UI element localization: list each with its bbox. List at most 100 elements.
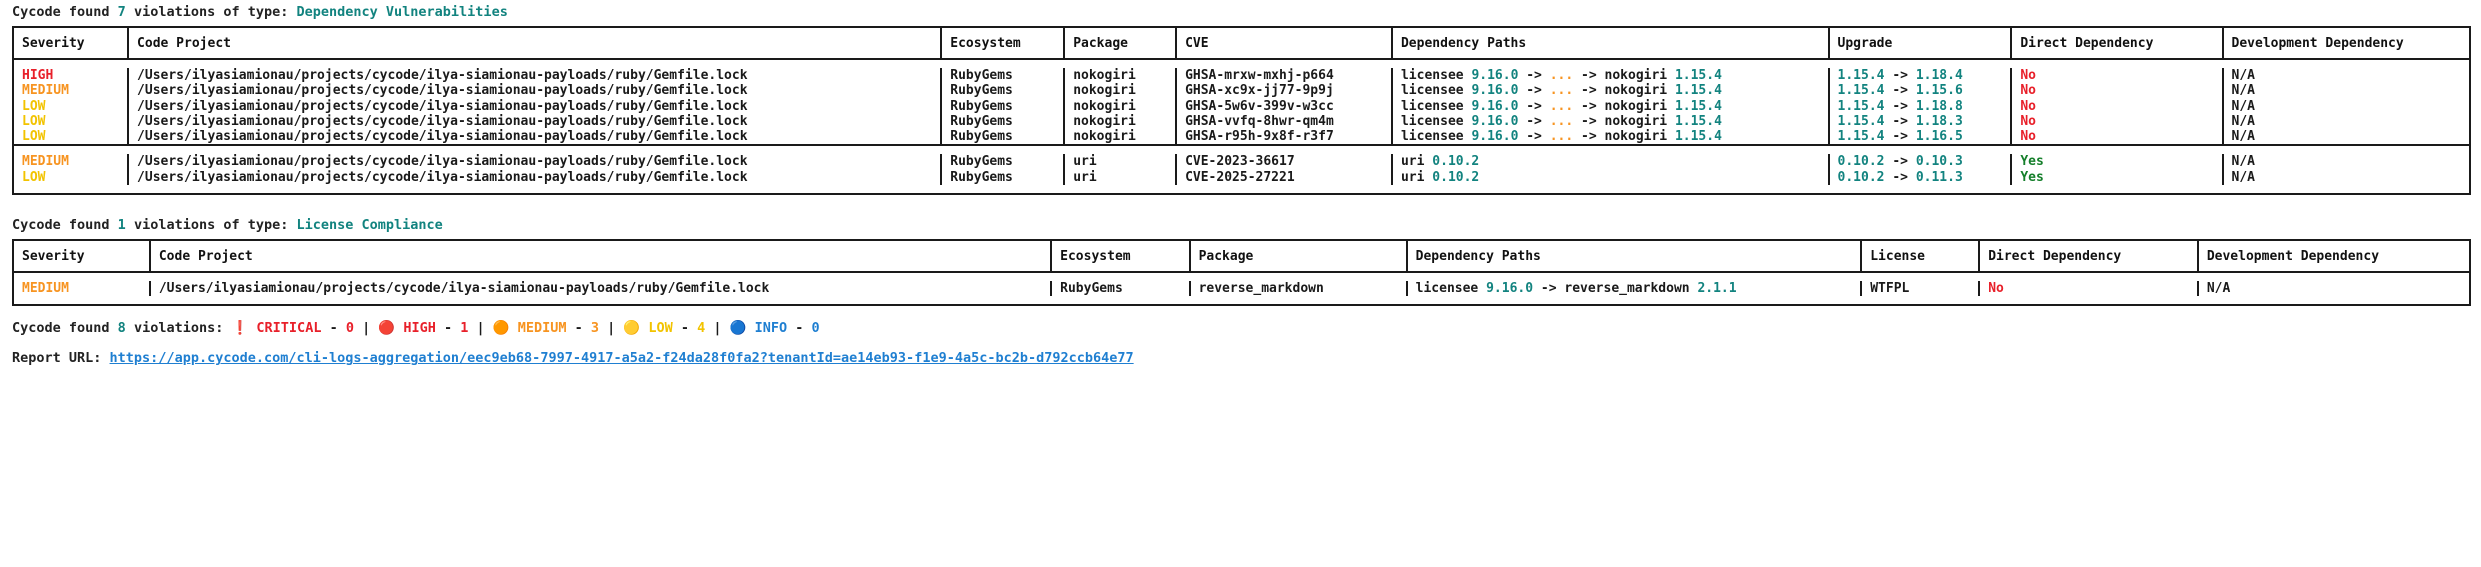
- upgrade-to: 0.11.3: [1915, 169, 1963, 185]
- summary-severity-name: INFO: [754, 320, 788, 337]
- cell-development-dependency: N/A: [2221, 113, 2472, 130]
- summary-total: 8: [117, 320, 126, 337]
- dep-arrow: -> reverse_markdown: [1533, 281, 1698, 297]
- cell-dependency-paths: uri 0.10.2: [1390, 169, 1829, 186]
- table-row: MEDIUM/Users/ilyasiamionau/projects/cyco…: [11, 154, 2472, 170]
- dep-arrow: ->: [1518, 129, 1550, 145]
- cell-development-dependency: N/A: [2221, 68, 2472, 84]
- dep-ellipsis: ...: [1549, 113, 1574, 129]
- column-header-dependency-paths: Dependency Paths: [1405, 239, 1862, 274]
- cell-package: nokogiri: [1063, 68, 1177, 84]
- upgrade-arrow: ->: [1884, 113, 1916, 129]
- direct-dependency-value: No: [2020, 113, 2036, 129]
- severity-icon-info-icon: 🔵: [729, 320, 755, 337]
- column-header-upgrade: Upgrade: [1827, 26, 2012, 60]
- dep-tail: -> nokogiri: [1573, 129, 1675, 145]
- dep-root-version: 9.16.0: [1471, 83, 1519, 99]
- cell-ecosystem: RubyGems: [940, 169, 1065, 186]
- cell-package: uri: [1063, 154, 1177, 170]
- cell-code-project: /Users/ilyasiamionau/projects/cycode/ily…: [127, 129, 942, 146]
- upgrade-arrow: ->: [1884, 129, 1916, 145]
- table-row: MEDIUM/Users/ilyasiamionau/projects/cyco…: [11, 83, 2472, 99]
- column-header-code-project: Code Project: [148, 239, 1052, 274]
- cell-development-dependency: N/A: [2221, 169, 2472, 186]
- cell-dependency-paths: licensee 9.16.0 -> ... -> nokogiri 1.15.…: [1390, 98, 1829, 114]
- cell-ecosystem: RubyGems: [940, 113, 1065, 130]
- cell-cve: CVE-2025-27221: [1175, 169, 1392, 186]
- dep-root: licensee: [1400, 98, 1472, 114]
- violation-count: 1: [117, 217, 126, 234]
- dep-tail: -> nokogiri: [1573, 113, 1675, 129]
- dep-arrow: ->: [1518, 83, 1550, 99]
- upgrade-from: 1.15.4: [1837, 98, 1885, 114]
- severity-badge: MEDIUM: [22, 281, 69, 297]
- heading-prefix: Cycode found: [12, 4, 118, 20]
- cell-development-dependency: N/A: [2221, 98, 2472, 114]
- table-header-row: Severity Code Project Ecosystem Package …: [12, 239, 2472, 274]
- dep-root-version: 9.16.0: [1471, 98, 1519, 114]
- direct-dependency-value: Yes: [2020, 169, 2044, 185]
- cell-upgrade: 1.15.4 -> 1.18.4: [1827, 68, 2012, 84]
- column-header-ecosystem: Ecosystem: [1050, 239, 1190, 274]
- dep-arrow: ->: [1518, 68, 1550, 83]
- cell-ecosystem: RubyGems: [940, 83, 1065, 99]
- table-row: MEDIUM/Users/ilyasiamionau/projects/cyco…: [12, 281, 2472, 297]
- upgrade-from: 1.15.4: [1837, 113, 1885, 129]
- report-url-label: Report URL:: [12, 350, 110, 367]
- cell-direct-dependency: No: [2010, 98, 2223, 114]
- direct-dependency-value: Yes: [2020, 154, 2044, 170]
- cell-upgrade: 0.10.2 -> 0.11.3: [1827, 169, 2012, 186]
- cell-direct-dependency: No: [2010, 68, 2223, 84]
- upgrade-from: 1.15.4: [1837, 129, 1885, 145]
- dep-tail-version: 1.15.4: [1674, 129, 1722, 145]
- summary-separator: |: [353, 320, 379, 337]
- dep-tail: -> nokogiri: [1573, 83, 1675, 99]
- severity-icon-low-icon: 🟡: [623, 320, 649, 337]
- cell-ecosystem: RubyGems: [1050, 281, 1190, 297]
- column-header-ecosystem: Ecosystem: [940, 26, 1065, 60]
- cell-dependency-paths: licensee 9.16.0 -> ... -> nokogiri 1.15.…: [1390, 113, 1829, 130]
- dep-arrow: ->: [1518, 98, 1550, 114]
- cell-severity: HIGH: [11, 68, 129, 84]
- report-url-link[interactable]: https://app.cycode.com/cli-logs-aggregat…: [110, 350, 1134, 366]
- table-header: Severity Code Project Ecosystem Package …: [12, 239, 2472, 274]
- dep-root-version: 9.16.0: [1486, 281, 1534, 297]
- summary-severity-count: 3: [590, 320, 599, 337]
- cell-dependency-paths: uri 0.10.2: [1390, 154, 1829, 170]
- cell-severity: LOW: [11, 169, 129, 186]
- table-row: LOW/Users/ilyasiamionau/projects/cycode/…: [11, 113, 2472, 130]
- upgrade-arrow: ->: [1884, 83, 1916, 99]
- upgrade-from: 1.15.4: [1837, 68, 1885, 83]
- cell-code-project: /Users/ilyasiamionau/projects/cycode/ily…: [148, 281, 1052, 297]
- column-header-development-dependency: Development Dependency: [2196, 239, 2472, 274]
- table-body: HIGH/Users/ilyasiamionau/projects/cycode…: [11, 59, 2472, 196]
- upgrade-arrow: ->: [1884, 154, 1916, 170]
- dep-tail: -> nokogiri: [1573, 98, 1675, 114]
- dep-root: licensee: [1400, 113, 1472, 129]
- table-bottom-rule: [12, 193, 2471, 196]
- summary-separator: |: [705, 320, 730, 337]
- upgrade-to: 1.18.8: [1915, 98, 1963, 114]
- dep-tail: -> nokogiri: [1573, 68, 1675, 83]
- heading-middle: violations of type:: [125, 4, 297, 20]
- severity-badge: LOW: [22, 169, 46, 185]
- cell-code-project: /Users/ilyasiamionau/projects/cycode/ily…: [127, 98, 942, 114]
- cell-code-project: /Users/ilyasiamionau/projects/cycode/ily…: [127, 154, 942, 170]
- severity-badge: MEDIUM: [22, 83, 69, 99]
- cell-code-project: /Users/ilyasiamionau/projects/cycode/ily…: [127, 169, 942, 186]
- cell-ecosystem: RubyGems: [940, 129, 1065, 146]
- upgrade-to: 1.18.4: [1915, 68, 1963, 83]
- column-header-development-dependency: Development Dependency: [2221, 26, 2472, 60]
- dep-root: licensee: [1400, 83, 1472, 99]
- cell-severity: MEDIUM: [12, 281, 150, 297]
- dep-root: licensee: [1400, 68, 1472, 83]
- dep-ellipsis: ...: [1549, 68, 1574, 83]
- severity-icon-medium-icon: 🟠: [492, 320, 518, 337]
- cell-severity: LOW: [11, 98, 129, 114]
- upgrade-arrow: ->: [1884, 169, 1916, 185]
- column-header-severity: Severity: [12, 239, 150, 274]
- table-spacer: [12, 296, 2471, 306]
- cell-severity: MEDIUM: [11, 154, 129, 170]
- column-header-dependency-paths: Dependency Paths: [1390, 26, 1829, 60]
- cell-development-dependency: N/A: [2221, 129, 2472, 146]
